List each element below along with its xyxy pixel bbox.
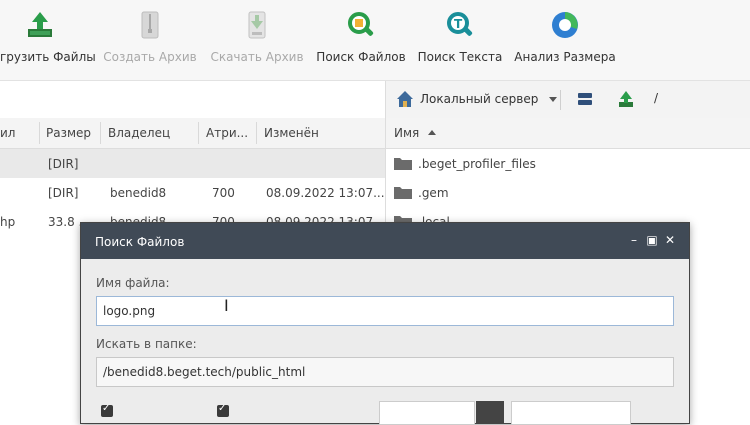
upload-icon [28, 12, 52, 37]
list-item[interactable]: .gem [386, 178, 750, 207]
file-search-icon [348, 12, 374, 36]
upload-files-button[interactable]: грузить Файлы [0, 0, 96, 80]
svg-text:T: T [454, 17, 463, 31]
list-item-name: .beget_profiler_files [418, 157, 536, 171]
include-subfolders-checkbox[interactable] [217, 403, 229, 417]
filename-input[interactable] [96, 296, 674, 326]
text-search-icon: T [447, 12, 473, 36]
search-folder-input[interactable] [96, 357, 674, 387]
column-divider [256, 122, 257, 144]
text-cursor-icon: I [224, 296, 229, 315]
search-folder-label: Искать в папке: [96, 337, 197, 351]
right-pane-toolbar: Локальный сервер / [385, 81, 750, 119]
folder-icon [394, 158, 412, 170]
dialog-options-row [81, 399, 689, 425]
left-pane-toolbar [0, 81, 385, 119]
row-size: [DIR] [48, 157, 79, 171]
right-table-header: Имя [386, 118, 750, 149]
size-analysis-label: Анализ Размера [514, 50, 616, 64]
chevron-down-icon [549, 97, 557, 102]
file-search-label: Поиск Файлов [316, 50, 406, 64]
list-item-name: .gem [418, 186, 449, 200]
table-row[interactable]: [DIR] benedid8 700 08.09.2022 13:07... [0, 178, 385, 207]
table-row[interactable]: [DIR] [0, 149, 385, 178]
maximize-icon[interactable]: ▣ [645, 233, 659, 247]
left-table-header: ил Размер Владелец Атри... Изменён [0, 118, 385, 149]
column-size[interactable]: Размер [46, 126, 91, 140]
column-modified[interactable]: Изменён [264, 126, 319, 140]
server-select-label: Локальный сервер [420, 92, 539, 106]
size-from-field[interactable] [379, 401, 475, 425]
list-item[interactable]: .beget_profiler_files [386, 149, 750, 178]
close-icon[interactable]: ✕ [663, 233, 677, 247]
main-toolbar: грузить Файлы Создать Архив Скачать Архи… [0, 0, 750, 81]
row-modified: 08.09.2022 13:07... [266, 186, 385, 200]
minimize-icon[interactable]: – [627, 233, 641, 247]
create-archive-label: Создать Архив [103, 50, 197, 64]
column-name[interactable]: ил [0, 126, 15, 140]
toolbar-divider [560, 90, 561, 110]
column-attributes[interactable]: Атри... [206, 126, 248, 140]
files-checkbox[interactable] [101, 403, 113, 417]
row-size: [DIR] [48, 186, 79, 200]
drive-icon[interactable] [576, 90, 594, 108]
size-to-field[interactable] [511, 401, 631, 425]
sort-asc-icon [428, 130, 436, 135]
column-owner[interactable]: Владелец [108, 126, 170, 140]
upload-to-parent-icon[interactable] [616, 89, 636, 109]
download-archive-button[interactable]: Скачать Архив [206, 0, 308, 80]
current-path: / [654, 91, 659, 105]
column-divider [198, 122, 199, 144]
size-analysis-button[interactable]: Анализ Размера [510, 0, 620, 80]
folder-icon [394, 187, 412, 199]
create-archive-button[interactable]: Создать Архив [100, 0, 200, 80]
text-search-button[interactable]: T Поиск Текста [415, 0, 505, 80]
dialog-title: Поиск Файлов [95, 235, 185, 249]
filename-label: Имя файла: [96, 276, 170, 290]
download-archive-icon [248, 11, 266, 39]
row-owner: benedid8 [110, 186, 167, 200]
dialog-titlebar[interactable]: Поиск Файлов – ▣ ✕ [81, 223, 689, 259]
column-divider [39, 122, 40, 144]
column-name-right[interactable]: Имя [394, 126, 419, 140]
row-attributes: 700 [212, 186, 235, 200]
download-archive-label: Скачать Архив [210, 50, 304, 64]
size-analysis-icon [552, 12, 578, 38]
file-search-dialog: Поиск Файлов – ▣ ✕ Имя файла: Искать в п… [80, 222, 690, 425]
archive-icon [141, 11, 159, 39]
column-divider [100, 122, 101, 144]
upload-files-label: грузить Файлы [0, 50, 96, 64]
row-name: hp [0, 215, 16, 229]
home-icon [397, 91, 413, 107]
file-search-button[interactable]: Поиск Файлов [312, 0, 410, 80]
text-search-label: Поиск Текста [417, 50, 503, 64]
size-unit-dropdown[interactable] [476, 401, 504, 423]
